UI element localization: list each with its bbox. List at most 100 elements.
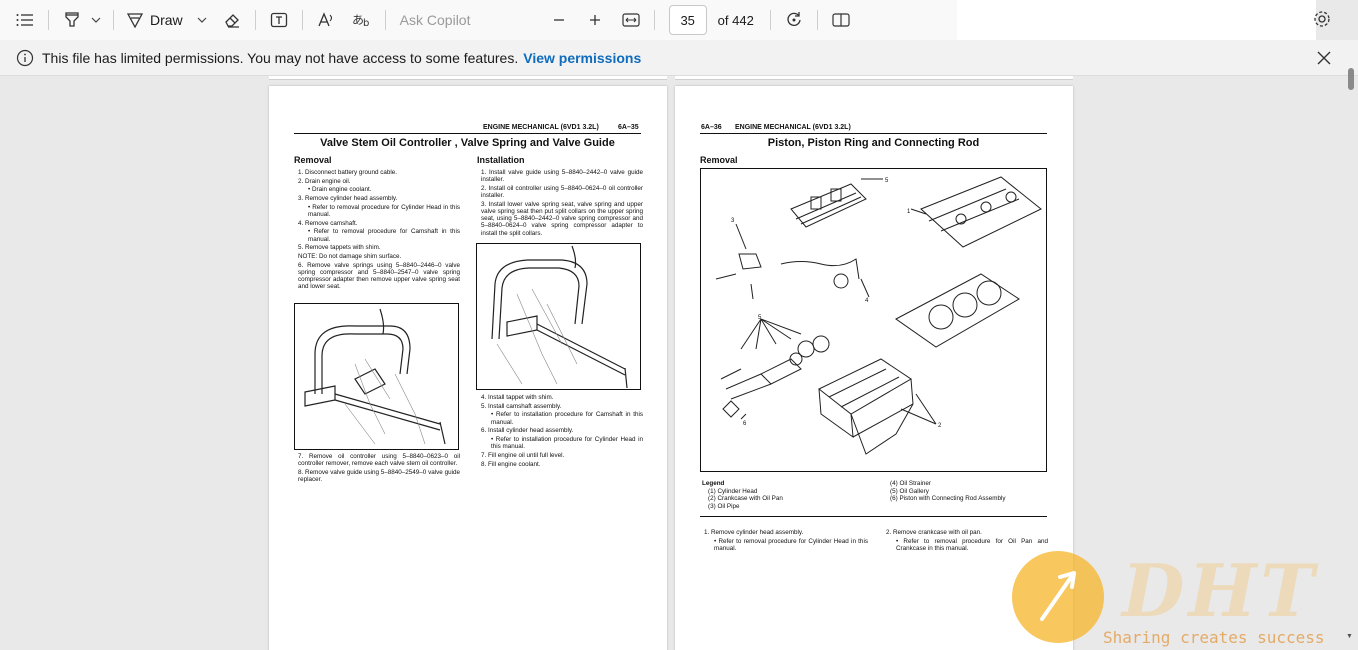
toolbar-divider (653, 10, 655, 30)
pdf-toolbar: Draw あb Ask Copilot 35 of 442 (0, 0, 957, 40)
legend-item: (1) Cylinder Head (708, 487, 758, 495)
toolbar-divider (816, 10, 818, 30)
permissions-message: This file has limited permissions. You m… (42, 49, 519, 66)
toolbar-divider (254, 10, 256, 30)
svg-text:b: b (363, 18, 369, 28)
section-title: Piston, Piston Ring and Connecting Rod (767, 137, 980, 149)
legend-item: (2) Crankcase with Oil Pan (708, 495, 783, 502)
list-item: 1. Disconnect battery ground cable. (298, 169, 398, 176)
list-item: 5. Remove tappets with shim. (298, 244, 381, 252)
ask-copilot-input[interactable]: Ask Copilot (400, 12, 540, 28)
callout-2: 2 (938, 423, 942, 429)
legend-item: (4) Oil Strainer (890, 480, 931, 487)
list-item: 5. Install camshaft assembly. (481, 402, 562, 410)
installation-steps: 1. Install valve guide using 5–8840–2442… (481, 169, 643, 238)
header-rule (700, 133, 1047, 134)
list-item: 6. Remove valve springs using 5–8840–244… (298, 261, 460, 291)
draw-button[interactable]: Draw (122, 5, 187, 35)
toolbar-divider (113, 10, 114, 30)
fit-width-icon[interactable] (616, 5, 646, 35)
list-item: • Refer to removal procedure for Oil Pan… (896, 537, 1048, 552)
legend-item: (5) Oil Gallery (890, 487, 929, 495)
pdf-page-35: ENGINE MECHANICAL (6VD1 3.2L) 6A–35 Valv… (269, 86, 667, 650)
view-permissions-link[interactable]: View permissions (523, 50, 641, 66)
text-icon[interactable] (264, 5, 294, 35)
toolbar-divider (48, 10, 49, 30)
list-item: 4. Install tappet with shim. (481, 394, 554, 401)
legend-title: Legend (702, 480, 725, 487)
erase-icon[interactable] (217, 5, 247, 35)
list-item: 8. Fill engine coolant. (481, 460, 541, 468)
page-header: ENGINE MECHANICAL (6VD1 3.2L) (735, 124, 851, 131)
removal-steps-continued: 7. Remove oil controller using 5–8840–06… (298, 453, 460, 485)
list-item: 2. Install oil controller using 5–8840–0… (481, 184, 643, 200)
page-number-input[interactable]: 35 (668, 5, 707, 35)
vertical-scrollbar[interactable]: ▼ (1344, 66, 1358, 650)
zoom-in-icon[interactable] (580, 5, 610, 35)
page-header: ENGINE MECHANICAL (6VD1 3.2L) (483, 124, 599, 131)
list-item: 7. Fill engine oil until full level. (481, 451, 565, 459)
removal-heading: Removal (700, 155, 738, 165)
highlight-icon[interactable] (57, 5, 87, 35)
read-aloud-icon[interactable] (311, 5, 341, 35)
figure-legend-left: Legend (1) Cylinder Head (2) Crankcase w… (702, 480, 892, 510)
legend-item: (6) Piston with Connecting Rod Assembly (890, 495, 1006, 502)
removal-steps-right: 2. Remove crankcase with oil pan. • Refe… (886, 529, 1048, 554)
permissions-infobar: This file has limited permissions. You m… (0, 40, 1358, 76)
previous-page-edge (269, 76, 667, 80)
removal-steps: 1. Disconnect battery ground cable. 2. D… (298, 169, 460, 292)
list-item: 3. Install lower valve spring seat, valv… (481, 200, 643, 237)
list-item: • Refer to removal procedure for Cylinde… (308, 203, 460, 219)
list-item: • Refer to installation procedure for Cy… (491, 436, 643, 451)
valve-spring-compressor-figure (294, 303, 459, 450)
scroll-thumb[interactable] (1348, 68, 1354, 90)
watermark-tagline: Sharing creates success (1103, 628, 1325, 647)
list-item: • Drain engine coolant. (308, 186, 372, 194)
info-icon (16, 49, 34, 66)
list-item: 3. Remove cylinder head assembly. (298, 195, 398, 203)
list-item: 8. Remove valve guide using 5–8840–2549–… (298, 468, 460, 484)
list-item: 2. Drain engine oil. (298, 177, 351, 185)
draw-label: Draw (150, 12, 183, 28)
arrow-icon (1040, 571, 1076, 621)
section-rule (700, 516, 1047, 517)
removal-heading: Removal (294, 155, 332, 165)
list-item: 1. Install valve guide using 5–8840–2442… (481, 169, 643, 184)
contents-icon[interactable] (10, 5, 40, 35)
removal-steps-left: 1. Remove cylinder head assembly. • Refe… (704, 529, 868, 554)
previous-page-edge (675, 76, 1073, 80)
engine-exploded-view-figure: 5 1 3 4 5 6 2 (700, 168, 1047, 472)
list-item: • Refer to installation procedure for Ca… (491, 411, 643, 426)
chevron-down-icon[interactable] (87, 5, 105, 35)
rotate-icon[interactable] (779, 5, 809, 35)
draw-icon (126, 13, 144, 28)
callout-1: 1 (907, 209, 911, 215)
callout-3: 3 (731, 218, 735, 224)
list-item: 2. Remove crankcase with oil pan. (886, 529, 982, 536)
legend-item: (3) Oil Pipe (708, 502, 740, 510)
callout-5: 5 (885, 178, 889, 184)
list-item: NOTE: Do not damage shim surface. (298, 253, 402, 261)
section-title: Valve Stem Oil Controller , Valve Spring… (320, 137, 615, 149)
close-icon[interactable] (1316, 50, 1332, 66)
toolbar-divider (384, 10, 386, 30)
list-item: • Refer to removal procedure for Cylinde… (714, 537, 868, 552)
translate-icon[interactable]: あb (347, 5, 377, 35)
figure-legend-right: (4) Oil Strainer (5) Oil Gallery (6) Pis… (890, 480, 1060, 503)
oil-controller-installer-figure (476, 243, 641, 390)
page-view-icon[interactable] (826, 5, 856, 35)
list-item: 6. Install cylinder head assembly. (481, 427, 574, 435)
watermark-logo-circle (1012, 551, 1104, 643)
toolbar-divider (769, 10, 771, 30)
zoom-out-icon[interactable] (544, 5, 574, 35)
scroll-down-arrow-icon[interactable]: ▼ (1346, 633, 1353, 640)
installation-heading: Installation (477, 155, 525, 165)
page-total: of 442 (717, 12, 754, 28)
watermark-logo-text: DHT (1122, 548, 1319, 633)
toolbar-divider (301, 10, 303, 30)
chevron-down-icon[interactable] (187, 5, 217, 35)
list-item: • Refer to removal procedure for Camshaf… (308, 228, 460, 243)
page-number-label: 6A–35 (618, 124, 639, 131)
settings-icon[interactable] (1312, 8, 1332, 30)
list-item: 1. Remove cylinder head assembly. (704, 529, 804, 536)
